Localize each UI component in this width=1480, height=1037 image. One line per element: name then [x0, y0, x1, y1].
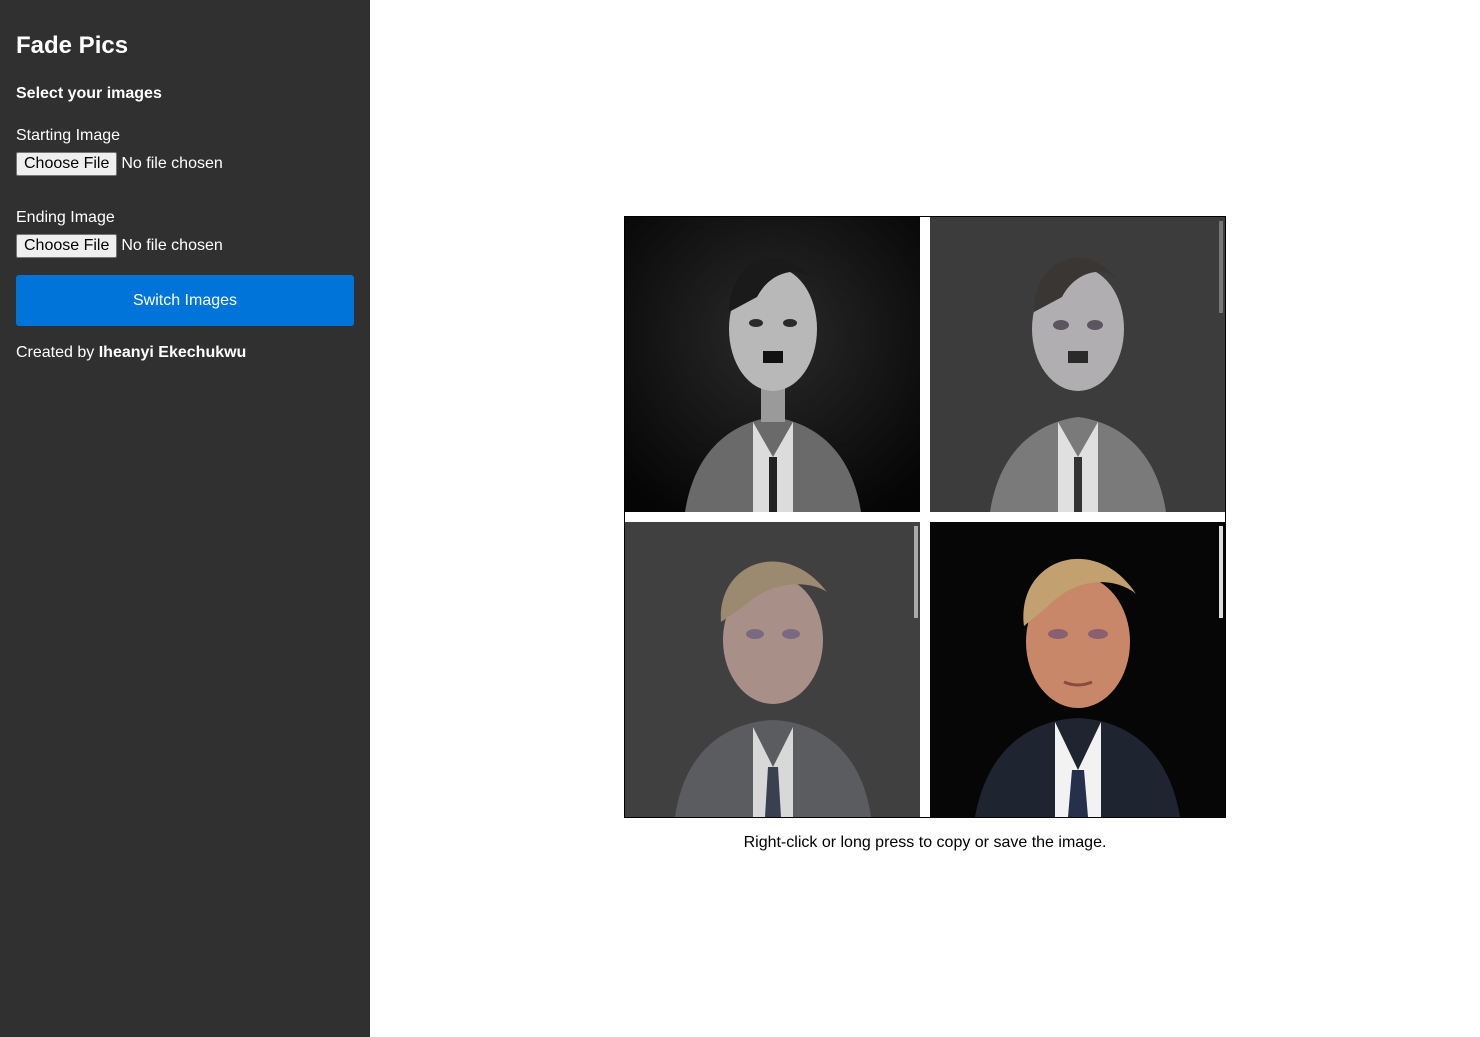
fade-frame-3-image [625, 522, 920, 817]
save-instructions-caption: Right-click or long press to copy or sav… [743, 834, 1107, 851]
app-title: Fade Pics [16, 32, 129, 59]
credit-prefix: Created by [16, 344, 95, 361]
main-area: Right-click or long press to copy or sav… [370, 0, 1480, 1037]
fade-image-grid[interactable] [624, 216, 1226, 818]
starting-image-file-input[interactable]: Choose File No file chosen [16, 152, 354, 176]
starting-image-label: Starting Image [16, 127, 121, 144]
credit-author-name: Iheanyi Ekechukwu [98, 344, 247, 361]
fade-frame-4-image [930, 522, 1225, 817]
starting-image-file-status: No file chosen [121, 155, 223, 172]
app-root: Fade Pics Select your images Starting Im… [0, 0, 1480, 1037]
ending-image-label: Ending Image [16, 209, 115, 226]
starting-image-choose-file-button[interactable]: Choose File [16, 152, 118, 176]
sidebar: Fade Pics Select your images Starting Im… [0, 0, 370, 1037]
ending-image-file-status: No file chosen [121, 237, 223, 254]
ending-image-file-input[interactable]: Choose File No file chosen [16, 234, 354, 258]
switch-images-button[interactable]: Switch Images [16, 275, 354, 326]
credit-line: Created by Iheanyi Ekechukwu [16, 343, 354, 363]
fade-frame-1-image [625, 217, 920, 512]
ending-image-choose-file-button[interactable]: Choose File [16, 234, 118, 258]
fade-frame-2-image [930, 217, 1225, 512]
section-title: Select your images [16, 85, 162, 102]
